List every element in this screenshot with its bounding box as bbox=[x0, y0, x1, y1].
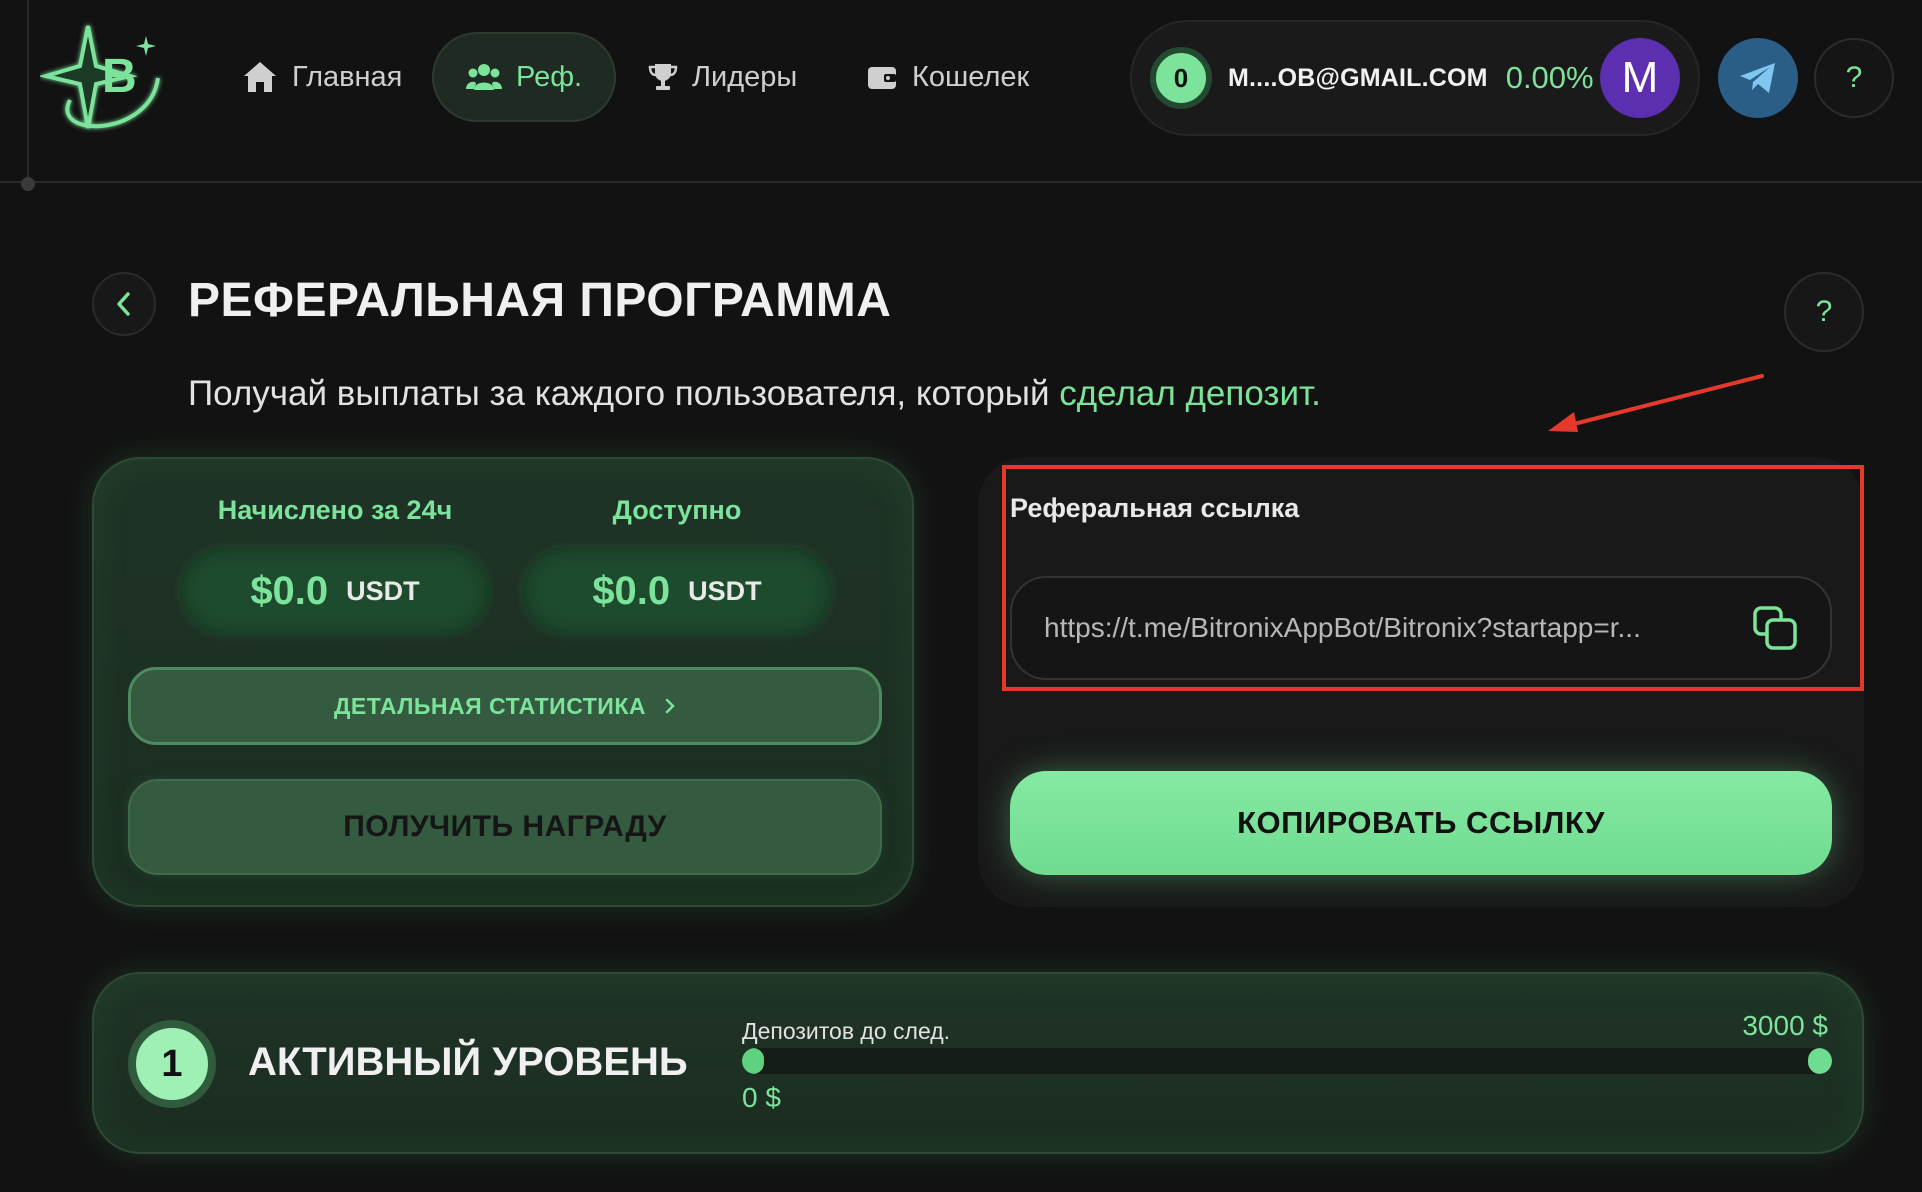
detailed-stats-label: ДЕТАЛЬНАЯ СТАТИСТИКА bbox=[334, 692, 646, 719]
trophy-icon bbox=[648, 64, 678, 90]
progress-label: Депозитов до след. bbox=[742, 1018, 951, 1044]
nav-wallet[interactable]: Кошелек bbox=[834, 32, 1061, 122]
available-currency: USDT bbox=[688, 575, 762, 606]
account-panel[interactable]: 0 M....OB@GMAIL.COM 0.00% M bbox=[1130, 20, 1700, 136]
progress-target: 3000 $ bbox=[1742, 1010, 1828, 1041]
nav-wallet-label: Кошелек bbox=[912, 60, 1030, 93]
earnings-card: Начислено за 24ч Доступно $0.0 USDT $0.0… bbox=[92, 457, 914, 907]
chevron-right-icon bbox=[665, 698, 675, 714]
subtitle-highlight: сделал депозит. bbox=[1059, 374, 1321, 413]
level-number-badge: 1 bbox=[128, 1020, 216, 1108]
annotation-highlight-box bbox=[1002, 465, 1864, 691]
svg-text:B: B bbox=[102, 50, 137, 103]
nav-leaders-label: Лидеры bbox=[692, 60, 798, 93]
claim-reward-button[interactable]: ПОЛУЧИТЬ НАГРАДУ bbox=[128, 779, 882, 875]
nav-home-label: Главная bbox=[292, 60, 403, 93]
accrued-24h-label: Начислено за 24ч bbox=[217, 495, 453, 525]
accrued-24h-value: $0.0 USDT bbox=[180, 547, 490, 635]
referral-help-button[interactable]: ? bbox=[1784, 272, 1864, 352]
copy-link-button[interactable]: КОПИРОВАТЬ ССЫЛКУ bbox=[1010, 771, 1832, 875]
wallet-icon bbox=[868, 67, 896, 89]
nav-referral-label: Реф. bbox=[516, 60, 583, 93]
nav-referral[interactable]: Реф. bbox=[432, 32, 617, 122]
progress-end-marker bbox=[1808, 1048, 1832, 1074]
telegram-icon bbox=[1740, 63, 1775, 93]
progress-current: 0 $ bbox=[742, 1082, 781, 1113]
progress-fill bbox=[742, 1048, 764, 1074]
back-button[interactable] bbox=[92, 272, 156, 336]
home-icon bbox=[244, 62, 276, 92]
users-icon bbox=[466, 64, 502, 90]
available-amount: $0.0 bbox=[592, 568, 671, 613]
top-navigation-bar: B Главная Реф. Лидеры Кошелек 0 M....OB@… bbox=[0, 0, 1922, 191]
avatar[interactable]: M bbox=[1600, 38, 1680, 118]
accrued-currency: USDT bbox=[346, 575, 420, 606]
available-label: Доступно bbox=[612, 495, 742, 525]
active-level-card: 1 АКТИВНЫЙ УРОВЕНЬ Депозитов до след. 30… bbox=[92, 972, 1864, 1154]
user-level-badge: 0 bbox=[1150, 47, 1212, 109]
level-title: АКТИВНЫЙ УРОВЕНЬ bbox=[248, 1040, 688, 1084]
account-percent: 0.00% bbox=[1505, 60, 1594, 95]
nav-leaders[interactable]: Лидеры bbox=[616, 32, 829, 122]
accrued-amount: $0.0 bbox=[250, 568, 329, 613]
app-logo[interactable]: B bbox=[38, 18, 170, 138]
decorative-divider bbox=[27, 0, 29, 183]
header-help-button[interactable]: ? bbox=[1814, 38, 1894, 118]
subtitle-text: Получай выплаты за каждого пользователя,… bbox=[188, 374, 1060, 413]
nav-home[interactable]: Главная bbox=[210, 32, 434, 122]
chevron-left-icon bbox=[117, 292, 130, 316]
detailed-stats-button[interactable]: ДЕТАЛЬНАЯ СТАТИСТИКА bbox=[128, 667, 882, 745]
available-value: $0.0 USDT bbox=[522, 547, 832, 635]
account-email: M....OB@GMAIL.COM bbox=[1228, 63, 1488, 92]
annotation-arrow-icon bbox=[1548, 374, 1764, 432]
page-title: РЕФЕРАЛЬНАЯ ПРОГРАММА bbox=[188, 274, 892, 327]
page-subtitle: Получай выплаты за каждого пользователя,… bbox=[188, 374, 1321, 414]
decorative-dot bbox=[21, 177, 35, 191]
telegram-button[interactable] bbox=[1718, 38, 1798, 118]
deposit-progress-bar bbox=[742, 1048, 1832, 1074]
